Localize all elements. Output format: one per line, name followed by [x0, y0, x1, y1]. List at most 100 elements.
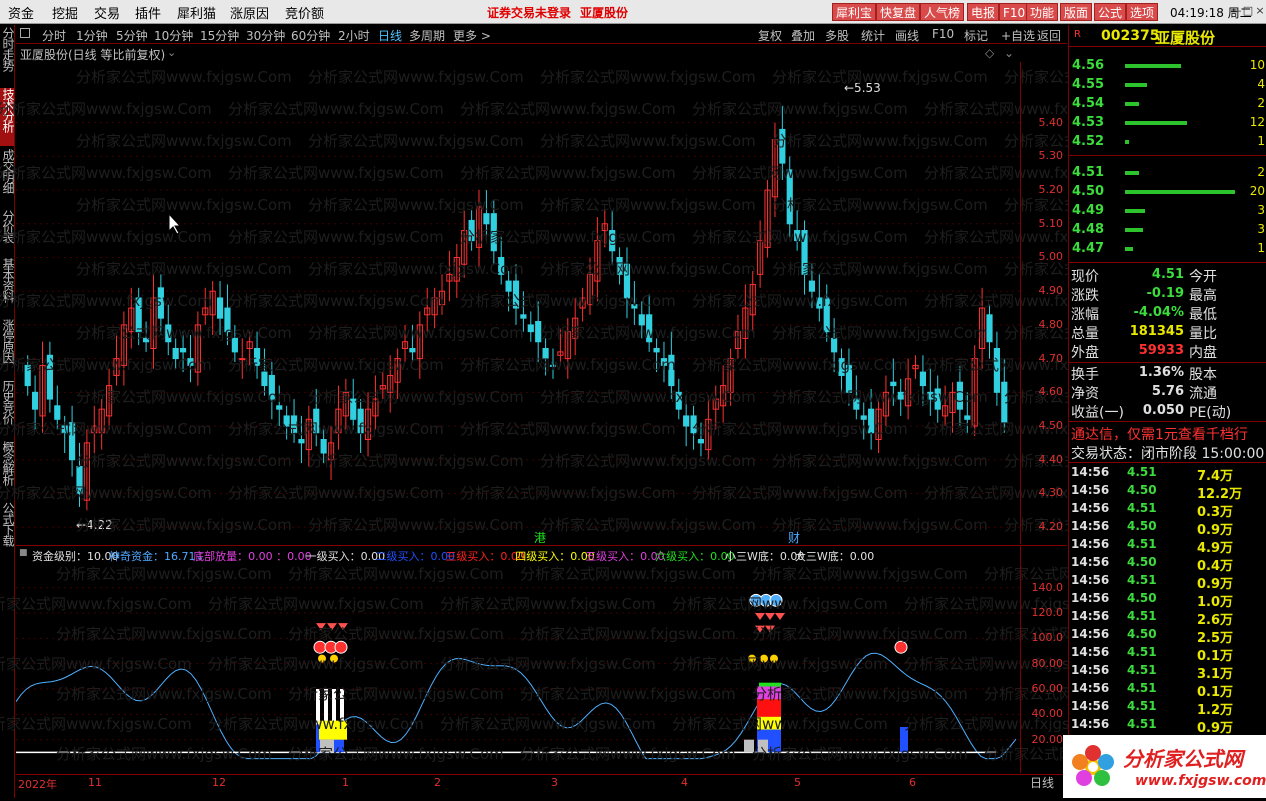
watermark: 分析家公式网www.fxjgsw.Com: [692, 356, 908, 374]
watermark: 分析家公式网www.fxjgsw.Com: [540, 452, 756, 470]
watermark: 分析家公式网www.fxjgsw.Com: [308, 68, 524, 86]
tick-row: 14:56 4.50 1.0万: [1069, 590, 1266, 610]
stat-value: 5.76: [1151, 384, 1184, 399]
minimize-icon[interactable]: —: [1230, 3, 1242, 19]
stat-value: -4.04%: [1133, 305, 1185, 320]
watermark: 分析家公式网www.fxjgsw.Com: [752, 685, 968, 703]
price-tick: 4.60: [1038, 385, 1064, 399]
watermark: 分析家公式网www.fxjgsw.Com: [460, 228, 676, 246]
tick-price: 4.50: [1127, 555, 1157, 569]
panel-toggle-icon[interactable]: [20, 28, 30, 38]
bid-volume: 3: [1257, 203, 1265, 217]
tick-row: 14:56 4.50 0.4万: [1069, 554, 1266, 574]
candle-body: [216, 297, 224, 319]
top-button-2[interactable]: 人气榜: [920, 3, 965, 21]
left-sidebar: 分时走势 技术分析 成交明细 分价表 基本资料 涨停原因 历史竞价 概念解析 公式下载: [0, 25, 15, 798]
indicator-chart[interactable]: 分析家公式网www.fxjgsw.Com 分析家公式网www.fxjgsw.Com…: [0, 563, 1200, 773]
top-button-4[interactable]: F10: [999, 3, 1030, 21]
chart-options-icon[interactable]: ⌄: [167, 46, 176, 59]
candle-body: [298, 439, 305, 444]
menu-item-0[interactable]: 资金: [8, 3, 34, 22]
price-tick: 5.10: [1038, 216, 1064, 230]
watermark: 分析家公式网www.fxjgsw.Com: [460, 356, 676, 374]
ad-text[interactable]: 通达信，仅需1元查看千档行: [1071, 424, 1266, 444]
menu-item-4[interactable]: 犀利猫: [177, 3, 216, 22]
tool-button-0[interactable]: 复权: [758, 27, 782, 44]
tick-price: 4.51: [1127, 573, 1157, 587]
date-tick-1: 11: [88, 776, 102, 789]
tool-button-5[interactable]: F10: [932, 27, 954, 41]
period-tab-4[interactable]: 15分钟: [200, 27, 239, 44]
stat-label: 涨幅: [1071, 307, 1099, 323]
indicator-icon[interactable]: ■: [19, 548, 28, 558]
ask-price: 4.53: [1072, 115, 1105, 130]
watermark: 分析家公式网www.fxjgsw.Com: [540, 196, 756, 214]
stat-label-2: 最高: [1189, 288, 1217, 304]
top-button-3[interactable]: 电报: [967, 3, 1000, 21]
tool-button-2[interactable]: 多股: [825, 27, 849, 44]
watermark: 分析家公式网www.fxjgsw.Com: [672, 655, 888, 673]
top-button-5[interactable]: 功能: [1026, 3, 1059, 21]
top-button-0[interactable]: 犀利宝: [832, 3, 877, 21]
close-icon[interactable]: ×: [1254, 3, 1266, 19]
tick-price: 4.51: [1127, 681, 1157, 695]
top-button-8[interactable]: 选项: [1126, 3, 1159, 21]
tool-button-8[interactable]: 返回: [1037, 27, 1061, 44]
candle-body: [32, 391, 39, 410]
candle-body: [653, 348, 660, 353]
tool-button-4[interactable]: 画线: [895, 27, 919, 44]
period-tab-0[interactable]: 分时: [42, 27, 66, 44]
ask-bar: [1125, 83, 1147, 87]
ask-volume: 1: [1257, 134, 1265, 148]
tool-button-3[interactable]: 统计: [861, 27, 885, 44]
menu-item-3[interactable]: 插件: [135, 3, 161, 22]
stats-divider: [1069, 421, 1266, 422]
candle-body: [520, 314, 527, 319]
period-tab-3[interactable]: 10分钟: [154, 27, 193, 44]
sidebar-tab-0[interactable]: 分时走势: [0, 27, 15, 85]
top-button-6[interactable]: 版面: [1060, 3, 1093, 21]
period-tab-7[interactable]: 2小时: [338, 27, 370, 44]
sidebar-tab-8[interactable]: 公式下载: [0, 502, 15, 560]
date-tick-8: 6: [909, 776, 916, 789]
tool-button-6[interactable]: 标记: [964, 27, 988, 44]
indicator-tick: 100.0: [1031, 631, 1064, 645]
notice-stock[interactable]: 亚厦股份: [580, 4, 628, 21]
tick-price: 4.51: [1127, 609, 1157, 623]
top-button-7[interactable]: 公式: [1094, 3, 1127, 21]
bid-volume: 3: [1257, 222, 1265, 236]
period-tab-1[interactable]: 1分钟: [76, 27, 108, 44]
tick-time: 14:56: [1071, 465, 1110, 479]
period-tab-5[interactable]: 30分钟: [246, 27, 285, 44]
tick-price: 4.51: [1127, 663, 1157, 677]
watermark: 分析家公式网www.fxjgsw.Com: [692, 420, 908, 438]
menu-item-5[interactable]: 涨原因: [230, 3, 269, 22]
top-button-1[interactable]: 快复盘: [876, 3, 921, 21]
tool-button-7[interactable]: +自选: [1001, 27, 1035, 44]
watermark: 分析家公式网www.fxjgsw.Com: [692, 100, 908, 118]
menu-item-1[interactable]: 挖掘: [52, 3, 78, 22]
menu-item-6[interactable]: 竞价额: [285, 3, 324, 22]
login-notice[interactable]: 证券交易未登录: [487, 4, 571, 21]
period-tab-10[interactable]: 更多 >: [453, 27, 491, 44]
tick-price: 4.51: [1127, 501, 1157, 515]
period-tab-9[interactable]: 多周期: [409, 27, 445, 44]
watermark: 分析家公式网www.fxjgsw.Com: [752, 565, 968, 583]
menu-item-2[interactable]: 交易: [94, 3, 120, 22]
orderbook-divider: [1069, 155, 1266, 156]
tick-time: 14:56: [1071, 501, 1110, 515]
tool-button-1[interactable]: 叠加: [791, 27, 815, 44]
period-tab-6[interactable]: 60分钟: [291, 27, 330, 44]
tick-row: 14:56 4.51 0.3万: [1069, 500, 1266, 520]
tick-time: 14:56: [1071, 609, 1110, 623]
diamond-icon[interactable]: ◇: [985, 46, 994, 60]
settings-icon[interactable]: ⌄: [1004, 46, 1014, 60]
kline-chart[interactable]: ←5.53 ←4.22 港财 分析家公式网www.fxjgsw.Com 分析家公式网w…: [0, 62, 1220, 545]
period-tab-8[interactable]: 日线: [378, 27, 402, 44]
watermark: 分析家公式网www.fxjgsw.Com: [0, 655, 192, 673]
candle-body: [179, 348, 187, 353]
period-tab-2[interactable]: 5分钟: [116, 27, 148, 44]
maximize-icon[interactable]: □: [1242, 3, 1254, 19]
watermark: 分析家公式网www.fxjgsw.Com: [76, 196, 292, 214]
tick-time: 14:56: [1071, 717, 1110, 731]
